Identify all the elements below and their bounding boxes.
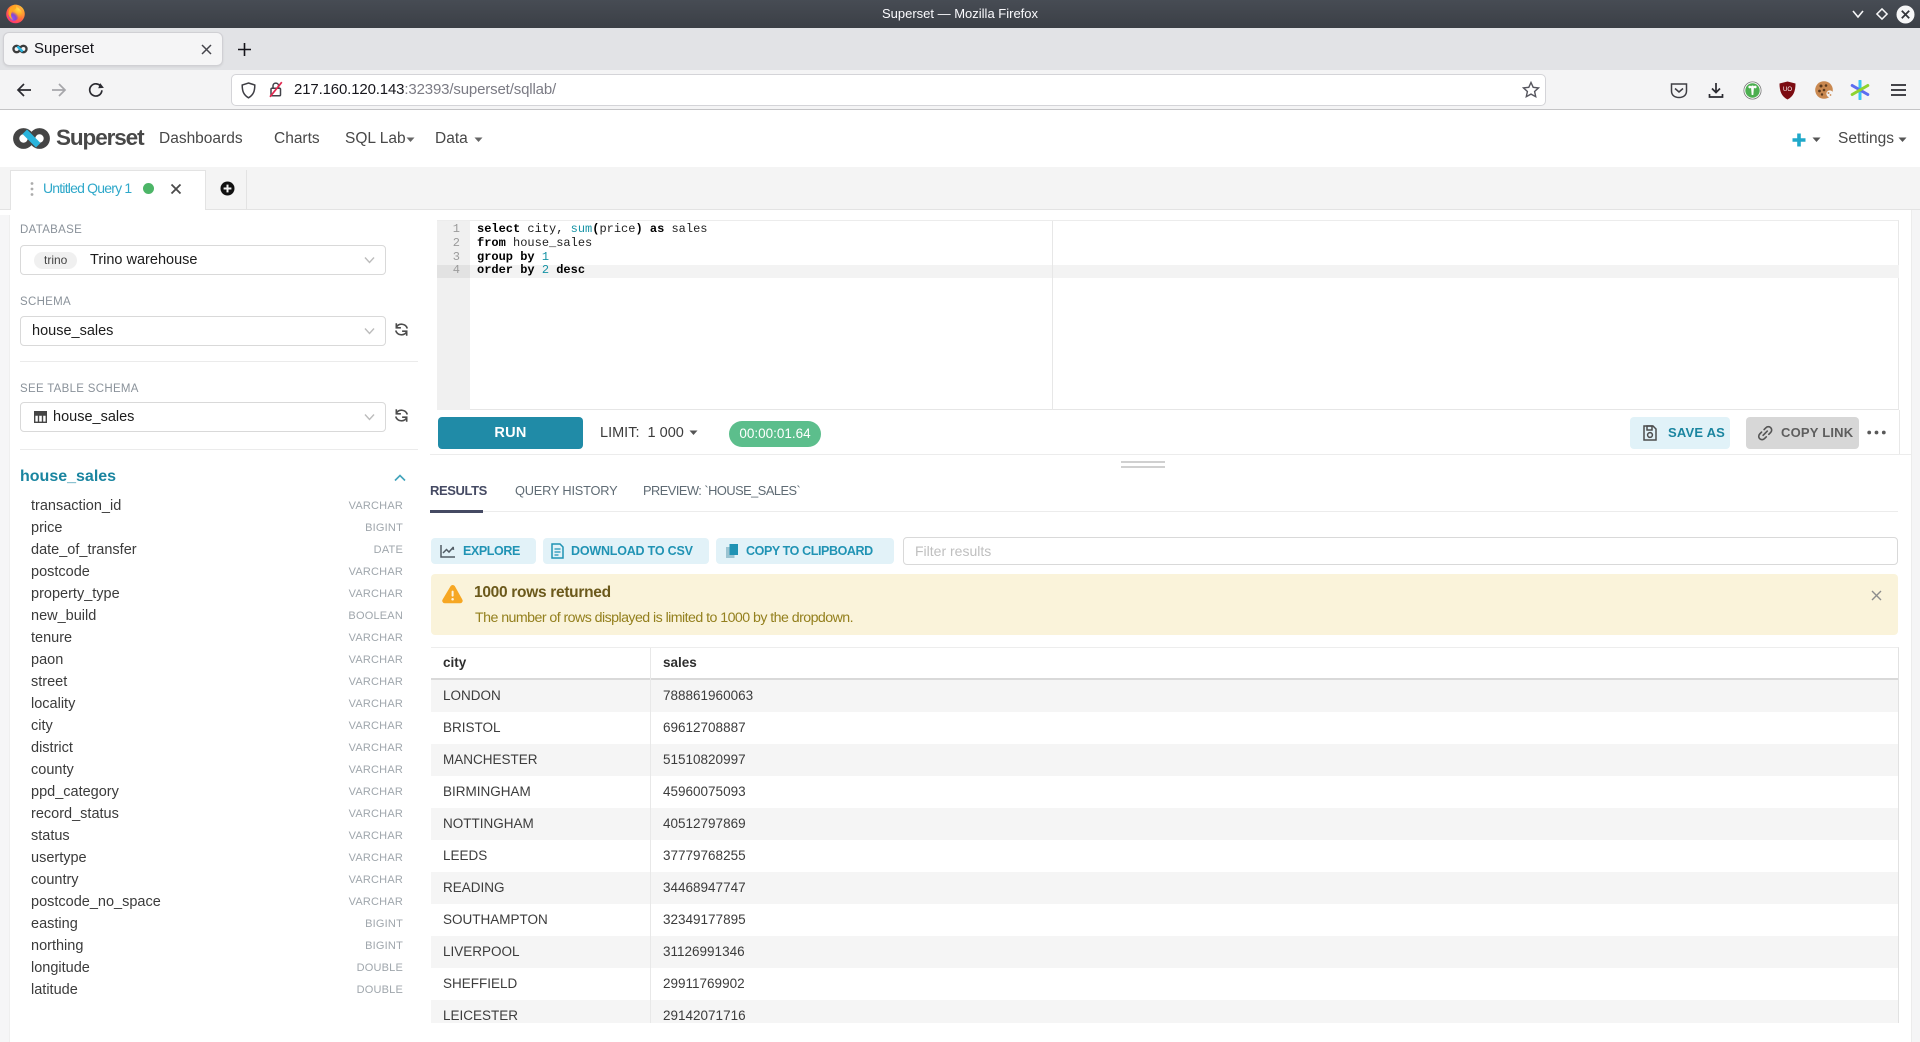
svg-text:UO: UO [1783, 87, 1792, 93]
